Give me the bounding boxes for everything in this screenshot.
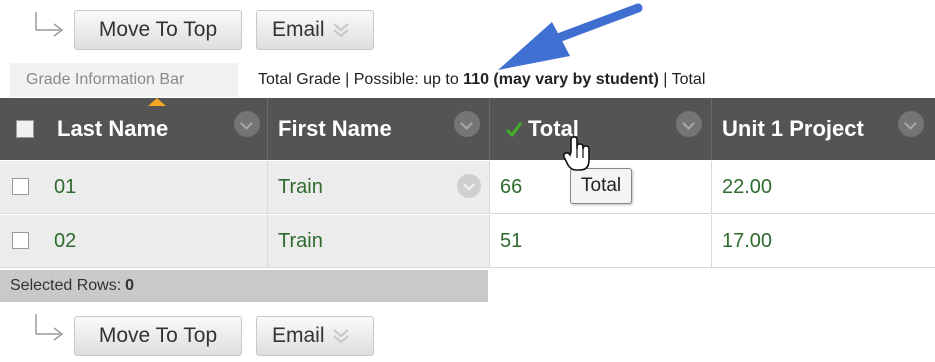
cell-value: 22.00 [722,175,773,198]
cell-unit-1-project[interactable]: 22.00 [712,161,935,214]
cell-value: 66 [500,175,523,198]
email-button[interactable]: Email [256,10,374,50]
cell-value: Train [278,229,323,252]
gib-prefix: Total Grade | Possible: up to [258,71,459,88]
column-label: First Name [278,116,392,141]
grade-information-bar-label[interactable]: Grade Information Bar [10,63,238,97]
column-menu-icon[interactable] [234,111,260,137]
grid-header: Last Name First Name Total Unit 1 Projec… [0,98,935,160]
grade-information-text: Total Grade | Possible: up to 110 (may v… [258,63,705,97]
table-row: 02 Train 51 17.00 [0,215,935,268]
row-checkbox[interactable] [12,232,29,249]
grade-information-bar: Grade Information Bar Total Grade | Poss… [0,63,935,97]
table-row: 01 Train 66 22.00 [0,161,935,214]
gib-possible-points: 110 (may vary by student) [463,71,659,88]
cell-unit-1-project[interactable]: 17.00 [712,215,935,268]
column-menu-icon[interactable] [454,111,480,137]
bottom-toolbar: Move To Top Email [0,314,935,362]
column-tooltip: Total [570,168,633,204]
chevron-down-icon [332,23,349,38]
column-header-total[interactable]: Total [490,98,712,160]
column-header-unit-1-project[interactable]: Unit 1 Project [712,98,935,160]
column-label: Last Name [57,116,169,141]
row-checkbox[interactable] [12,178,29,195]
cell-first-name[interactable]: Train [268,215,490,268]
arrow-indicator-icon [35,12,64,37]
cell-value: Train [278,175,323,198]
column-header-first-name[interactable]: First Name [268,98,490,160]
column-header-last-name[interactable]: Last Name [0,98,268,160]
top-toolbar: Move To Top Email [0,8,935,56]
selected-rows-label: Selected Rows: [10,277,122,294]
row-select-cell [0,215,44,268]
checkmark-icon [505,122,523,138]
cell-value: 17.00 [722,229,773,252]
column-menu-icon[interactable] [676,111,702,137]
move-to-top-button[interactable]: Move To Top [74,10,242,50]
row-select-cell [0,161,44,214]
cell-first-name[interactable]: Train [268,161,490,214]
cell-last-name[interactable]: 02 [44,215,268,268]
hand-cursor-icon [562,136,590,171]
column-label: Unit 1 Project [722,116,864,141]
email-button-label: Email [272,324,325,347]
cell-value: 02 [54,229,77,252]
chevron-down-icon [332,329,349,344]
selected-rows-bar: Selected Rows: 0 [0,270,488,302]
arrow-indicator-icon [35,314,64,341]
cell-total[interactable]: 51 [490,215,712,268]
column-menu-icon[interactable] [898,111,924,137]
selected-rows-count: 0 [125,277,135,294]
gib-suffix: | Total [663,71,706,88]
email-button[interactable]: Email [256,316,374,356]
move-to-top-button[interactable]: Move To Top [74,316,242,356]
cell-last-name[interactable]: 01 [44,161,268,214]
cell-value: 01 [54,175,77,198]
row-menu-icon[interactable] [457,174,481,198]
email-button-label: Email [272,18,325,41]
cell-value: 51 [500,229,523,252]
